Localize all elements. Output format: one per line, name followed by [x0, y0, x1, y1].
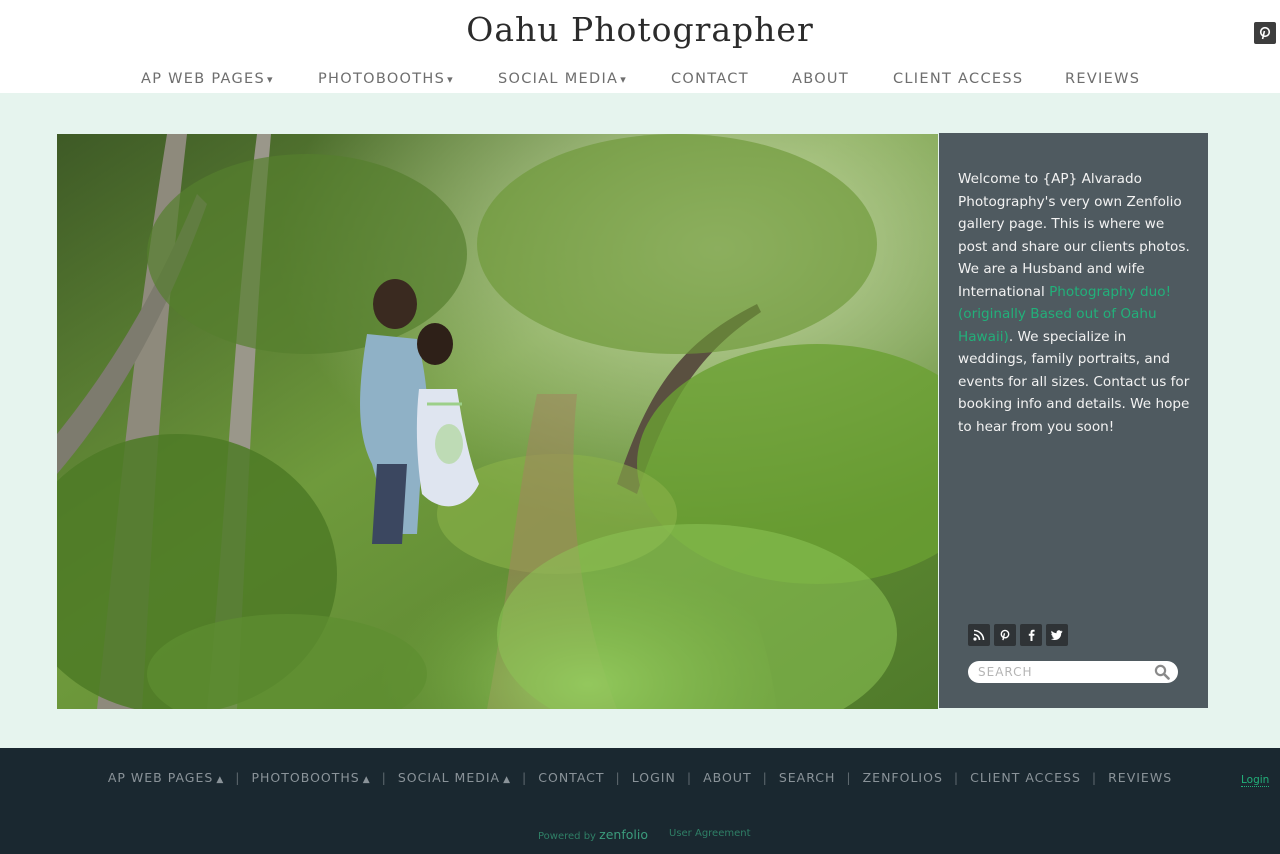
- search-placeholder: SEARCH: [978, 665, 1033, 679]
- facebook-icon[interactable]: [1020, 624, 1042, 646]
- chevron-up-icon: ▲: [503, 775, 512, 785]
- site-footer: AP WEB PAGES ▲ | PHOTOBOOTHS ▲ | SOCIAL MEDIA ▲…: [0, 748, 1280, 854]
- separator: |: [762, 770, 768, 785]
- user-agreement-link[interactable]: User Agreement: [669, 828, 751, 839]
- nav-reviews[interactable]: REVIEWS: [1065, 68, 1140, 92]
- nav-label: AP WEB PAGES: [141, 71, 266, 87]
- chevron-down-icon: ▾: [447, 73, 454, 86]
- footer-nav: AP WEB PAGES ▲ | PHOTOBOOTHS ▲ | SOCIAL MEDIA ▲…: [0, 770, 1280, 792]
- search-icon[interactable]: [1154, 664, 1170, 680]
- nav-about[interactable]: ABOUT: [792, 68, 849, 92]
- powered-by-label: Powered by: [538, 831, 596, 842]
- nav-label: PHOTOBOOTHS: [318, 71, 446, 87]
- footer-link-label: AP WEB PAGES: [107, 770, 214, 785]
- separator: |: [953, 770, 960, 785]
- footer-link-reviews[interactable]: REVIEWS: [1108, 770, 1172, 785]
- nav-photobooths[interactable]: PHOTOBOOTHS ▾: [318, 68, 454, 92]
- social-links: [968, 624, 1068, 646]
- separator: |: [235, 770, 241, 785]
- intro-panel: Welcome to {AP} Alvarado Photography's v…: [939, 133, 1208, 708]
- nav-contact[interactable]: CONTACT: [671, 68, 749, 92]
- separator: |: [615, 770, 621, 785]
- chevron-down-icon: ▾: [620, 73, 628, 86]
- separator: |: [686, 770, 693, 785]
- separator: |: [1091, 770, 1098, 785]
- login-link[interactable]: Login: [1241, 774, 1270, 787]
- nav-label: SOCIAL MEDIA: [498, 71, 619, 87]
- search-input[interactable]: SEARCH: [968, 661, 1178, 683]
- powered-by[interactable]: Powered by zenfolio: [538, 827, 648, 842]
- footer-link-login[interactable]: LOGIN: [632, 770, 676, 785]
- footer-link-contact[interactable]: CONTACT: [538, 770, 604, 785]
- footer-link-client-access[interactable]: CLIENT ACCESS: [970, 770, 1081, 785]
- footer-link-photobooths[interactable]: PHOTOBOOTHS ▲: [251, 770, 370, 785]
- site-title[interactable]: Oahu Photographer: [0, 10, 1280, 49]
- intro-text-start: Welcome to {AP} Alvarado Photography's v…: [958, 171, 1190, 300]
- main-nav: AP WEB PAGES ▾ PHOTOBOOTHS ▾ SOCIAL MEDIA ▾…: [0, 68, 1280, 92]
- pinterest-icon[interactable]: [1254, 22, 1276, 44]
- site-header: Oahu Photographer AP WEB PAGES ▾ PHOTOBOO…: [0, 0, 1280, 93]
- separator: |: [381, 770, 387, 785]
- chevron-up-icon: ▲: [216, 775, 225, 785]
- nav-ap-web-pages[interactable]: AP WEB PAGES ▾: [141, 68, 274, 92]
- separator: |: [846, 770, 852, 785]
- chevron-up-icon: ▲: [362, 775, 371, 785]
- intro-text: Welcome to {AP} Alvarado Photography's v…: [958, 168, 1194, 438]
- footer-link-label: SOCIAL MEDIA: [397, 770, 501, 785]
- zenfolio-logo: zenfolio: [599, 827, 648, 842]
- nav-client-access[interactable]: CLIENT ACCESS: [893, 68, 1023, 92]
- rss-icon[interactable]: [968, 624, 990, 646]
- footer-link-social-media[interactable]: SOCIAL MEDIA ▲: [398, 770, 511, 785]
- footer-link-about[interactable]: ABOUT: [703, 770, 752, 785]
- separator: |: [522, 770, 528, 785]
- footer-link-label: PHOTOBOOTHS: [251, 770, 360, 785]
- footer-link-zenfolios[interactable]: ZENFOLIOS: [863, 770, 943, 785]
- twitter-icon[interactable]: [1046, 624, 1068, 646]
- pinterest-icon[interactable]: [994, 624, 1016, 646]
- chevron-down-icon: ▾: [267, 73, 274, 86]
- footer-link-search[interactable]: SEARCH: [779, 770, 836, 785]
- footer-link-ap-web-pages[interactable]: AP WEB PAGES ▲: [108, 770, 224, 785]
- nav-social-media[interactable]: SOCIAL MEDIA ▾: [498, 68, 627, 92]
- hero-photo[interactable]: [57, 134, 938, 709]
